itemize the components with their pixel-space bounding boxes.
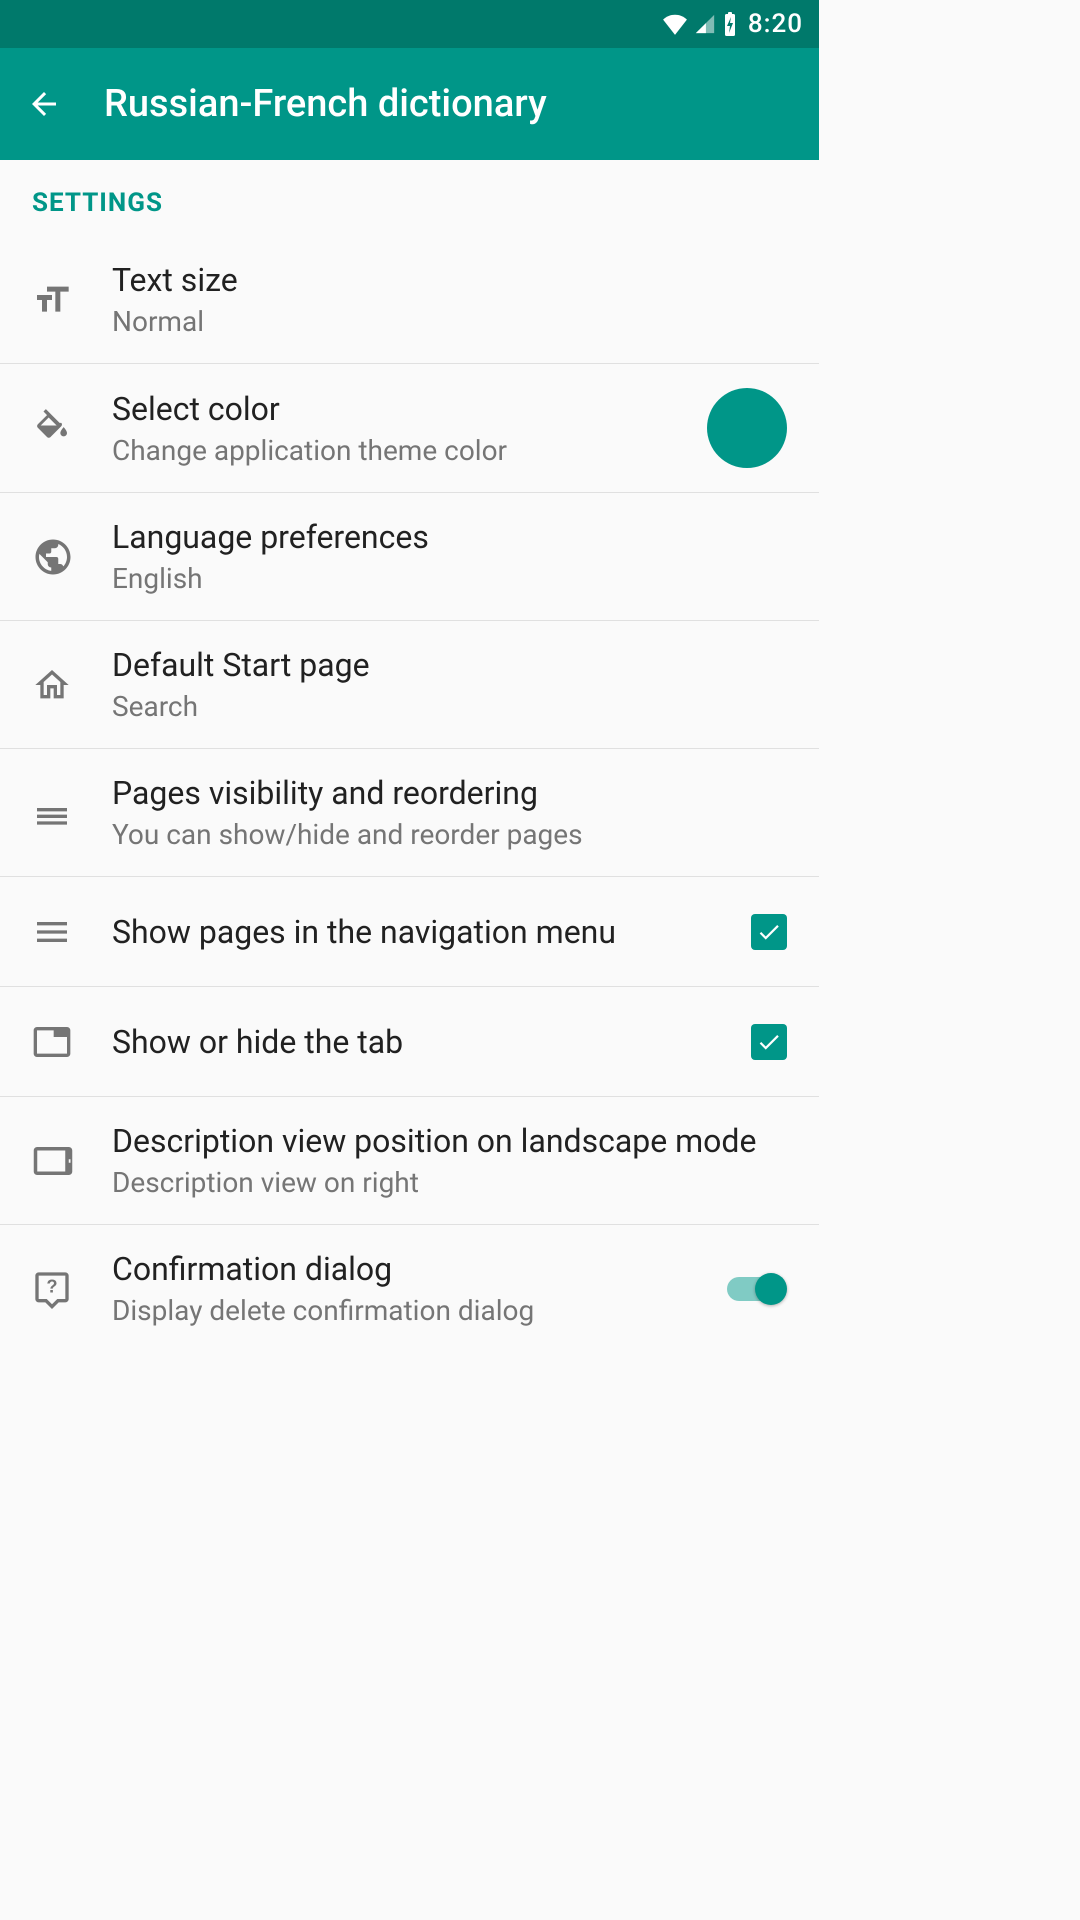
setting-confirmation-dialog[interactable]: ? Confirmation dialog Display delete con… xyxy=(0,1225,819,1352)
help-dialog-icon: ? xyxy=(32,1269,112,1309)
tab-icon xyxy=(32,1022,112,1062)
app-bar: Russian-French dictionary xyxy=(0,48,819,160)
setting-title: Language preferences xyxy=(112,517,775,557)
setting-subtitle: Description view on right xyxy=(112,1165,775,1200)
setting-text-size[interactable]: Text size Normal xyxy=(0,236,819,364)
menu-icon xyxy=(32,912,112,952)
globe-icon xyxy=(32,536,112,578)
theme-color-swatch[interactable] xyxy=(707,388,787,468)
setting-title: Pages visibility and reordering xyxy=(112,773,775,813)
wifi-icon xyxy=(662,13,688,35)
setting-pages-visibility[interactable]: Pages visibility and reordering You can … xyxy=(0,749,819,877)
setting-subtitle: English xyxy=(112,561,775,596)
setting-select-color[interactable]: Select color Change application theme co… xyxy=(0,364,819,493)
setting-subtitle: Search xyxy=(112,689,775,724)
setting-description-view-position[interactable]: Description view position on landscape m… xyxy=(0,1097,819,1225)
back-button[interactable] xyxy=(16,76,72,132)
text-size-icon xyxy=(32,280,112,320)
setting-subtitle: Normal xyxy=(112,304,775,339)
setting-title: Description view position on landscape m… xyxy=(112,1121,775,1161)
checkbox-show-pages-nav[interactable] xyxy=(751,914,787,950)
setting-title: Confirmation dialog xyxy=(112,1249,715,1289)
settings-list: Text size Normal Select color Change app… xyxy=(0,236,819,1352)
paint-bucket-icon xyxy=(32,408,112,448)
setting-default-start-page[interactable]: Default Start page Search xyxy=(0,621,819,749)
setting-subtitle: You can show/hide and reorder pages xyxy=(112,817,775,852)
setting-title: Show pages in the navigation menu xyxy=(112,912,739,952)
landscape-icon xyxy=(32,1140,112,1182)
cellular-icon xyxy=(694,13,716,35)
status-time: 8:20 xyxy=(748,9,803,39)
section-header-settings: SETTINGS xyxy=(0,160,819,236)
setting-subtitle: Change application theme color xyxy=(112,433,695,468)
setting-title: Select color xyxy=(112,389,695,429)
setting-title: Text size xyxy=(112,260,775,300)
home-icon xyxy=(32,665,112,705)
setting-show-hide-tab[interactable]: Show or hide the tab xyxy=(0,987,819,1097)
status-bar: 8:20 xyxy=(0,0,819,48)
switch-confirmation-dialog[interactable] xyxy=(727,1273,787,1305)
svg-text:?: ? xyxy=(46,1275,57,1296)
setting-show-pages-nav[interactable]: Show pages in the navigation menu xyxy=(0,877,819,987)
setting-title: Show or hide the tab xyxy=(112,1022,739,1062)
checkbox-show-hide-tab[interactable] xyxy=(751,1024,787,1060)
battery-charging-icon xyxy=(722,12,738,36)
setting-title: Default Start page xyxy=(112,645,775,685)
setting-subtitle: Display delete confirmation dialog xyxy=(112,1293,715,1328)
reorder-icon xyxy=(32,793,112,833)
app-title: Russian-French dictionary xyxy=(104,82,547,126)
setting-language-preferences[interactable]: Language preferences English xyxy=(0,493,819,621)
